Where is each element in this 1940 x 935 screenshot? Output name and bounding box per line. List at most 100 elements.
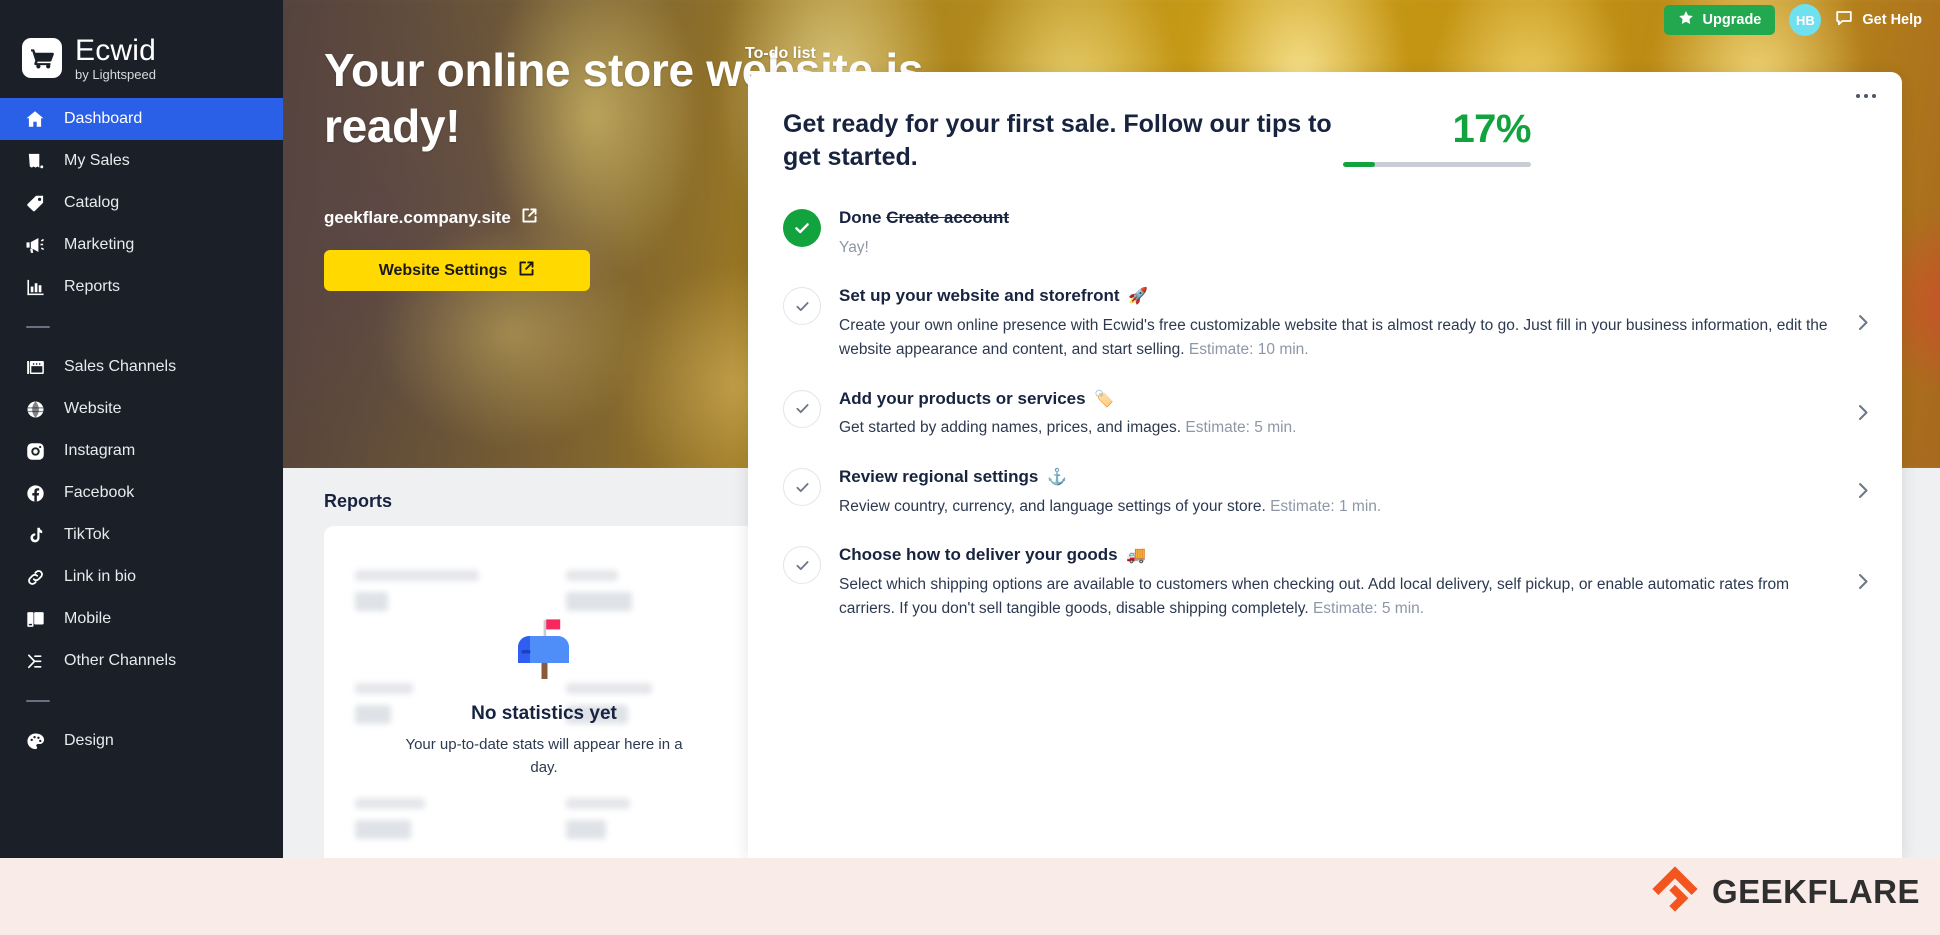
sidebar-item-label: Reports — [64, 278, 121, 295]
todo-item-desc: Yay! — [839, 238, 869, 256]
todo-item-name: Create account — [886, 208, 1010, 227]
todo-item-estimate: Estimate: 5 min. — [1312, 599, 1425, 617]
todo-list-section-label: To-do list — [745, 45, 816, 62]
chevron-right-icon[interactable] — [1857, 480, 1870, 507]
stat-placeholder — [355, 570, 479, 611]
chevron-right-icon[interactable] — [1857, 401, 1870, 428]
palette-icon — [24, 730, 46, 752]
rocket-icon: 🚀 — [1128, 288, 1149, 306]
website-settings-label: Website Settings — [378, 261, 508, 279]
link-icon — [24, 566, 46, 588]
sidebar-item-website[interactable]: Website — [0, 388, 283, 430]
todo-item-setup-website[interactable]: Set up your website and storefront 🚀 Cre… — [783, 273, 1870, 375]
sidebar-item-other-channels[interactable]: Other Channels — [0, 640, 283, 682]
sidebar-item-label: Catalog — [64, 194, 120, 211]
sidebar-item-label: Website — [64, 400, 122, 417]
main-content: Your online store website is ready! geek… — [283, 0, 1940, 858]
megaphone-icon — [24, 234, 46, 256]
todo-item-name: Review regional settings — [839, 467, 1039, 486]
avatar[interactable]: HB — [1789, 4, 1822, 36]
chevron-right-icon[interactable] — [1857, 311, 1870, 338]
todo-item-prefix: Done — [839, 208, 882, 227]
sidebar-item-design[interactable]: Design — [0, 720, 283, 762]
ellipsis-icon[interactable] — [1856, 94, 1876, 98]
sidebar-item-dashboard[interactable]: Dashboard — [0, 98, 283, 140]
sidebar-item-mobile[interactable]: Mobile — [0, 598, 283, 640]
check-circle-icon — [783, 546, 821, 585]
todo-item-title: Set up your website and storefront 🚀 — [839, 285, 1830, 308]
check-circle-done-icon — [783, 209, 821, 247]
todo-item-add-products[interactable]: Add your products or services 🏷️ Get sta… — [783, 376, 1870, 454]
sidebar-item-label: Mobile — [64, 610, 112, 627]
upgrade-button[interactable]: Upgrade — [1663, 5, 1776, 35]
watermark-text: GEEKFLARE — [1711, 872, 1920, 910]
sidebar-item-instagram[interactable]: Instagram — [0, 430, 283, 472]
todo-item-estimate: Estimate: 10 min. — [1188, 340, 1309, 358]
brand-logo[interactable]: Ecwid by Lightspeed — [0, 0, 283, 98]
sidebar-item-link-in-bio[interactable]: Link in bio — [0, 556, 283, 598]
storefront-icon — [24, 356, 46, 378]
get-help-button[interactable]: Get Help — [1835, 9, 1922, 31]
sidebar-item-label: Instagram — [64, 442, 136, 459]
geekflare-watermark: GEEKFLARE — [1652, 866, 1920, 917]
todo-item-title: Choose how to deliver your goods 🚚 — [839, 544, 1830, 567]
globe-icon — [24, 398, 46, 420]
todo-item-regional-settings[interactable]: Review regional settings ⚓ Review countr… — [783, 454, 1870, 532]
todo-list-card: Get ready for your first sale. Follow ou… — [748, 72, 1902, 858]
footer-band: GEEKFLARE — [0, 858, 1940, 935]
reports-card: No statistics yet Your up-to-date stats … — [324, 526, 748, 858]
share-nodes-icon — [24, 650, 46, 672]
home-icon — [24, 108, 46, 130]
upgrade-label: Upgrade — [1702, 12, 1762, 28]
sidebar-item-label: My Sales — [64, 152, 130, 169]
star-icon — [1678, 10, 1694, 30]
todo-item-desc: Create your own online presence with Ecw… — [839, 314, 1830, 361]
sidebar-item-marketing[interactable]: Marketing — [0, 224, 283, 266]
brand-tagline: by Lightspeed — [75, 66, 156, 82]
anchor-icon: ⚓ — [1047, 469, 1067, 486]
empty-state-subtitle: Your up-to-date stats will appear here i… — [405, 736, 683, 776]
store-url-link[interactable]: geekflare.company.site — [324, 207, 538, 229]
todo-item-desc-text: Review country, currency, and language s… — [839, 497, 1266, 515]
delivery-truck-icon: 🚚 — [1126, 547, 1147, 565]
todo-item-create-account[interactable]: Done Create account Yay! — [783, 195, 1870, 273]
sidebar-item-tiktok[interactable]: TikTok — [0, 514, 283, 556]
sidebar-item-label: Facebook — [64, 484, 135, 501]
sidebar-item-label: Marketing — [64, 236, 135, 253]
external-link-icon — [521, 207, 538, 229]
sidebar-item-facebook[interactable]: Facebook — [0, 472, 283, 514]
label-tag-icon: 🏷️ — [1094, 390, 1115, 408]
avatar-initials: HB — [1795, 12, 1815, 28]
todo-item-delivery[interactable]: Choose how to deliver your goods 🚚 Selec… — [783, 532, 1870, 634]
sidebar-item-sales-channels[interactable]: Sales Channels — [0, 346, 283, 388]
sidebar-item-my-sales[interactable]: My Sales — [0, 140, 283, 182]
todo-item-desc: Select which shipping options are availa… — [839, 573, 1830, 620]
todo-item-desc-text: Get started by adding names, prices, and… — [839, 419, 1182, 437]
reports-section: Reports No statistics yet Your up-to-dat… — [283, 468, 748, 858]
sidebar-item-catalog[interactable]: Catalog — [0, 182, 283, 224]
todo-item-title: Review regional settings ⚓ — [839, 466, 1830, 489]
todo-progress: 17% — [1343, 106, 1532, 167]
todo-item-desc: Get started by adding names, prices, and… — [839, 416, 1830, 440]
empty-state-title: No statistics yet — [471, 703, 617, 724]
sidebar: Ecwid by Lightspeed Dashboard My Sales C… — [0, 0, 283, 858]
todo-item-title: Done Create account — [839, 207, 1830, 230]
stat-placeholder — [566, 570, 634, 611]
shopping-cart-icon — [22, 38, 62, 78]
website-settings-button[interactable]: Website Settings — [324, 250, 590, 291]
check-circle-icon — [783, 468, 821, 506]
sidebar-divider-1 — [26, 326, 50, 328]
todo-item-desc-text: Create your own online presence with Ecw… — [839, 317, 1828, 358]
progress-percent-label: 17% — [1452, 107, 1531, 151]
sidebar-item-reports[interactable]: Reports — [0, 266, 283, 308]
todo-item-title: Add your products or services 🏷️ — [839, 388, 1830, 411]
sidebar-divider-2 — [26, 700, 50, 702]
todo-list-heading: Get ready for your first sale. Follow ou… — [783, 110, 1332, 171]
stat-placeholder — [566, 798, 646, 839]
todo-item-estimate: Estimate: 1 min. — [1270, 497, 1382, 515]
chevron-right-icon[interactable] — [1857, 570, 1870, 597]
chat-bubble-icon — [1835, 9, 1853, 31]
todo-items: Done Create account Yay! Set up your web… — [748, 195, 1902, 635]
brand-name: Ecwid — [75, 33, 157, 67]
stat-placeholder — [355, 798, 451, 839]
